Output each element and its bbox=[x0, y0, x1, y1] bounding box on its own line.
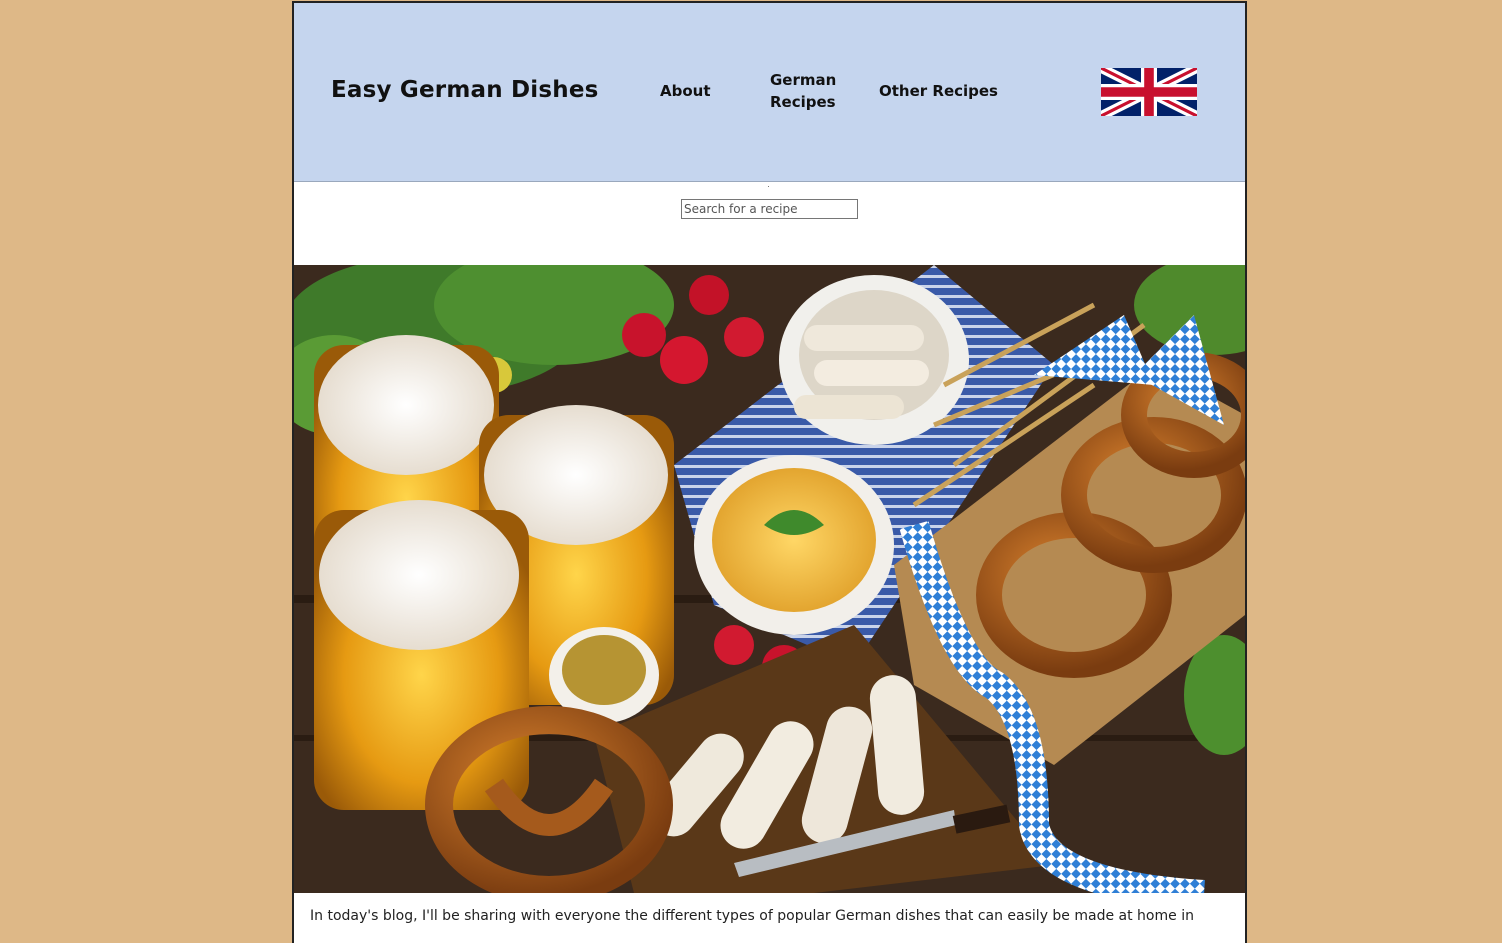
site-title[interactable]: Easy German Dishes bbox=[331, 77, 599, 103]
nav-other-recipes[interactable]: Other Recipes bbox=[879, 80, 998, 102]
separator-dot bbox=[768, 186, 769, 187]
page-container: Easy German Dishes About German Recipes … bbox=[292, 1, 1247, 943]
search-input[interactable] bbox=[681, 199, 858, 219]
nav-german-recipes[interactable]: German Recipes bbox=[770, 69, 840, 113]
nav-about[interactable]: About bbox=[660, 80, 711, 102]
hero-image bbox=[294, 265, 1245, 893]
search-section bbox=[294, 182, 1245, 264]
site-header: Easy German Dishes About German Recipes … bbox=[294, 3, 1245, 182]
bavarian-food-spread-image bbox=[294, 265, 1245, 893]
uk-flag-icon[interactable] bbox=[1101, 68, 1197, 116]
intro-text: In today's blog, I'll be sharing with ev… bbox=[310, 908, 1194, 924]
